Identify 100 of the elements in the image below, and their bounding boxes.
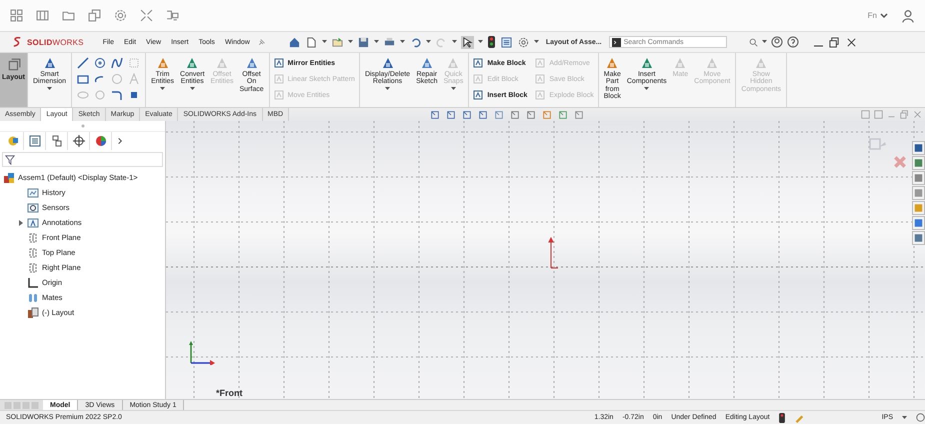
restore-icon bbox=[900, 110, 909, 119]
caret-icon bbox=[374, 40, 379, 44]
file-properties-button[interactable] bbox=[500, 36, 513, 48]
task-pane-button[interactable] bbox=[912, 171, 925, 185]
user-circle-icon bbox=[770, 36, 783, 48]
command-icon bbox=[215, 56, 229, 70]
task-pane-button[interactable] bbox=[912, 216, 925, 230]
block-icon bbox=[274, 58, 284, 68]
caret-icon bbox=[762, 40, 767, 44]
user-icon bbox=[901, 8, 915, 22]
search-icon bbox=[748, 38, 758, 46]
task-pane-button[interactable] bbox=[912, 156, 925, 170]
document-icon bbox=[306, 36, 317, 48]
task-pane-button[interactable] bbox=[912, 186, 925, 200]
ellipse-icon bbox=[77, 89, 90, 101]
redo-icon bbox=[436, 36, 447, 48]
save-icon bbox=[358, 36, 369, 48]
command-icon bbox=[185, 56, 200, 70]
print-button[interactable] bbox=[382, 36, 396, 48]
expand-icon bbox=[140, 9, 153, 22]
select-button[interactable] bbox=[460, 36, 474, 48]
layout-icon bbox=[6, 58, 20, 72]
caret-icon bbox=[322, 40, 327, 44]
annotation-folder-icon bbox=[27, 216, 39, 228]
view-tool-button[interactable] bbox=[461, 108, 474, 120]
view-tool-button[interactable] bbox=[525, 108, 538, 120]
block-icon bbox=[535, 90, 546, 100]
axis-triad-icon bbox=[188, 339, 216, 365]
new-document-button[interactable] bbox=[304, 36, 318, 48]
close-button[interactable] bbox=[844, 36, 858, 48]
view-tool-icon bbox=[462, 110, 472, 120]
view-tool-button[interactable] bbox=[493, 108, 506, 120]
view-tool-icon bbox=[430, 110, 440, 120]
cursor-icon bbox=[462, 36, 473, 48]
open-button[interactable] bbox=[330, 36, 344, 48]
task-pane-button[interactable] bbox=[912, 231, 925, 245]
line-icon bbox=[77, 57, 90, 69]
list-icon bbox=[500, 36, 512, 48]
view-tool-button[interactable] bbox=[573, 108, 586, 120]
origin-icon bbox=[27, 276, 39, 288]
layout-sketch-icon bbox=[27, 306, 39, 318]
spline-tool-button[interactable] bbox=[110, 56, 124, 70]
restore-button[interactable] bbox=[828, 36, 841, 48]
command-icon bbox=[446, 56, 460, 70]
undo-icon bbox=[410, 36, 421, 48]
view-tool-button[interactable] bbox=[477, 108, 490, 120]
settings-icon bbox=[518, 36, 529, 48]
terminal-icon bbox=[612, 38, 621, 46]
rebuild-button[interactable] bbox=[486, 35, 496, 49]
sketch-exit-icon bbox=[867, 135, 889, 153]
close-icon bbox=[846, 36, 857, 48]
view-tool-icon bbox=[478, 110, 488, 120]
configuration-icon bbox=[50, 135, 62, 147]
view-tool-icon bbox=[558, 110, 568, 120]
chevron-right-icon bbox=[116, 137, 124, 145]
restore-icon bbox=[828, 36, 840, 48]
copy-icon bbox=[88, 9, 101, 22]
view-tool-button[interactable] bbox=[509, 108, 522, 120]
command-icon bbox=[673, 56, 688, 70]
task-pane-button[interactable] bbox=[912, 141, 925, 155]
help-icon bbox=[786, 36, 799, 48]
line-tool-button[interactable] bbox=[76, 56, 90, 70]
view-tool-button[interactable] bbox=[541, 108, 554, 120]
save-button[interactable] bbox=[356, 36, 370, 48]
view-tool-icon bbox=[446, 110, 456, 120]
home-button[interactable] bbox=[288, 36, 301, 48]
logo-icon bbox=[12, 36, 23, 48]
chevron-down-icon bbox=[880, 12, 888, 18]
keyboard-label: Fn bbox=[868, 11, 877, 20]
app-logo: SOLIDWORKS bbox=[27, 38, 84, 46]
view-tool-button[interactable] bbox=[445, 108, 458, 120]
view-tool-button[interactable] bbox=[429, 108, 442, 120]
options-button[interactable] bbox=[516, 36, 530, 48]
panel-icon bbox=[36, 9, 49, 22]
grid-icon bbox=[10, 9, 23, 22]
graphics-area[interactable]: *Front bbox=[166, 121, 925, 399]
traffic-light-icon bbox=[488, 36, 495, 48]
circle-tool-button[interactable] bbox=[93, 56, 108, 70]
crosshair-icon bbox=[72, 135, 84, 147]
circle-icon bbox=[94, 57, 106, 69]
block-icon bbox=[473, 90, 484, 100]
sensor-folder-icon bbox=[27, 202, 39, 214]
origin-arrow-icon bbox=[548, 237, 558, 269]
fillet-icon bbox=[111, 89, 124, 101]
home-icon bbox=[288, 36, 300, 48]
pin-icon bbox=[256, 38, 266, 46]
text-icon bbox=[128, 73, 140, 85]
view-tool-icon bbox=[510, 110, 520, 120]
command-icon bbox=[420, 56, 434, 70]
rectangle-icon bbox=[77, 73, 90, 85]
open-folder-icon bbox=[332, 36, 343, 48]
view-tool-icon bbox=[542, 110, 552, 120]
history-folder-icon bbox=[27, 186, 39, 198]
cancel-icon bbox=[893, 155, 907, 169]
view-tool-icon bbox=[494, 110, 504, 120]
view-tool-icon bbox=[574, 110, 584, 120]
view-tool-button[interactable] bbox=[557, 108, 570, 120]
filter-field[interactable] bbox=[2, 152, 163, 167]
caret-icon bbox=[534, 40, 539, 44]
block-icon bbox=[535, 74, 546, 84]
